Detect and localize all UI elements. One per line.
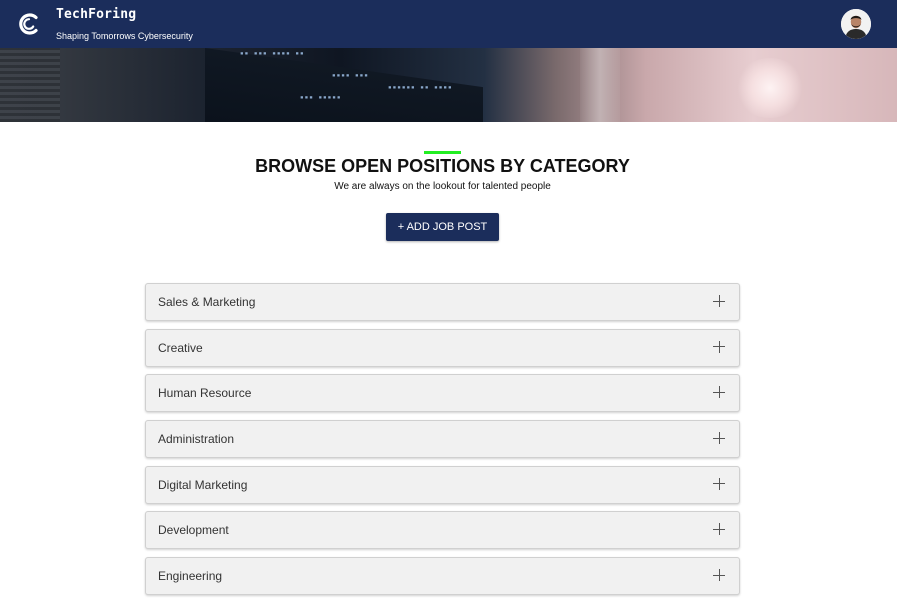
hero-banner-image: ▪▪ ▪▪▪ ▪▪▪▪ ▪▪ ▪▪▪▪ ▪▪▪ ▪▪▪▪▪▪ ▪▪ ▪▪▪▪ ▪… (0, 48, 897, 122)
plus-icon[interactable] (713, 386, 725, 399)
plus-icon[interactable] (713, 569, 725, 582)
brand-tagline: Shaping Tomorrows Cybersecurity (56, 31, 193, 41)
plus-icon[interactable] (713, 523, 725, 536)
category-label: Sales & Marketing (158, 295, 256, 309)
add-job-post-button[interactable]: + ADD JOB POST (386, 213, 499, 241)
banner-code-line: ▪▪▪ ▪▪▪▪▪ (300, 94, 342, 101)
category-creative[interactable]: Creative (145, 328, 740, 367)
category-label: Administration (158, 432, 235, 447)
category-label: Digital Marketing (158, 477, 248, 492)
category-accordion: Sales & Marketing Creative Human Resourc… (145, 283, 740, 603)
plus-icon[interactable] (713, 477, 725, 490)
page-title: BROWSE OPEN POSITIONS BY CATEGORY (255, 156, 630, 176)
plus-icon[interactable] (713, 432, 725, 445)
banner-light-pillar (580, 48, 620, 122)
category-label: Human Resource (158, 386, 252, 401)
category-engineering[interactable]: Engineering (145, 557, 740, 596)
logo-icon[interactable] (16, 11, 42, 37)
category-administration[interactable]: Administration (145, 420, 740, 459)
avatar-icon (841, 9, 871, 39)
category-sales-marketing[interactable]: Sales & Marketing (145, 283, 740, 321)
category-label: Engineering (158, 569, 223, 584)
top-header: TechForing Shaping Tomorrows Cybersecuri… (0, 0, 897, 48)
banner-shadow (0, 48, 60, 122)
banner-code-line: ▪▪▪▪▪▪ ▪▪ ▪▪▪▪ (388, 84, 453, 91)
page-subtitle: We are always on the lookout for talente… (334, 181, 551, 192)
banner-light-glow (735, 58, 805, 118)
plus-icon[interactable] (713, 295, 725, 307)
category-human-resource[interactable]: Human Resource (145, 374, 740, 413)
category-label: Creative (158, 340, 203, 355)
banner-code-line: ▪▪ ▪▪▪ ▪▪▪▪ ▪▪ (240, 50, 305, 57)
user-avatar[interactable] (841, 9, 871, 39)
title-accent-bar (424, 151, 461, 154)
brand-name: TechForing (56, 7, 137, 22)
plus-icon[interactable] (713, 340, 725, 353)
category-development[interactable]: Development (145, 511, 740, 550)
category-digital-marketing[interactable]: Digital Marketing (145, 465, 740, 504)
category-label: Development (158, 523, 229, 538)
banner-code-line: ▪▪▪▪ ▪▪▪ (332, 72, 369, 79)
